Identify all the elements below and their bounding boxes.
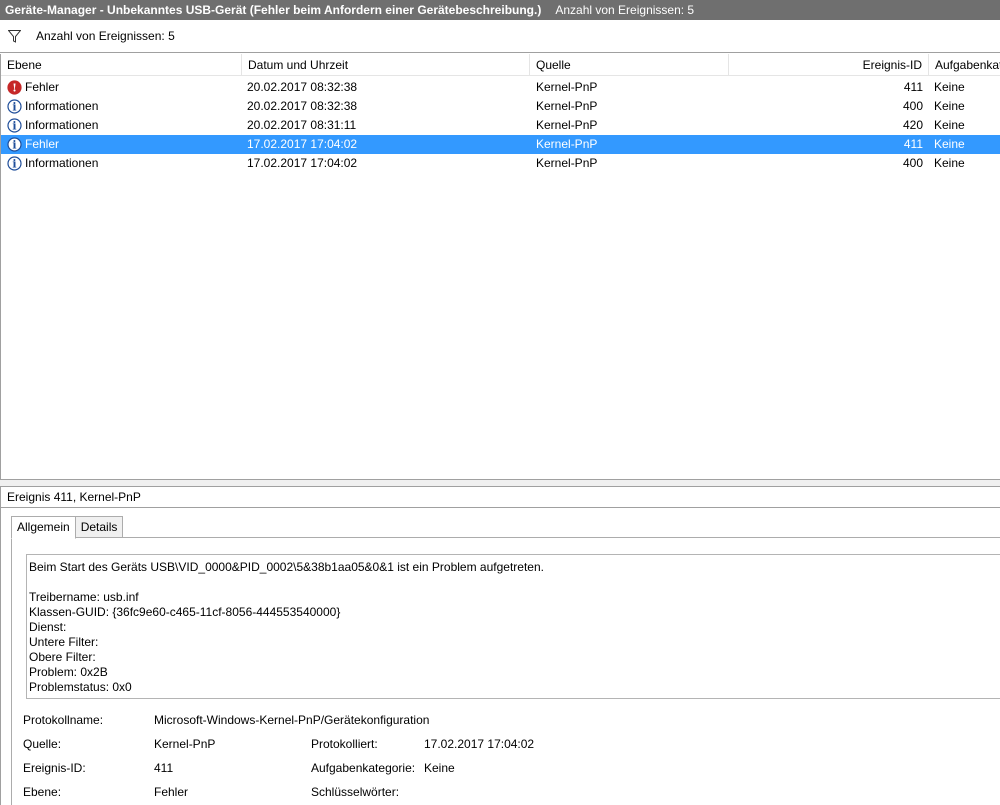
event-list[interactable]: Ebene Datum und Uhrzeit Quelle Ereignis-… [0, 54, 1000, 480]
column-header-source[interactable]: Quelle [530, 54, 729, 76]
message-line: Obere Filter: [29, 650, 96, 664]
svg-text:i: i [12, 101, 16, 114]
detail-tabs: Allgemein Details [11, 516, 124, 539]
event-count: Anzahl von Ereignissen: 5 [555, 3, 695, 17]
row-level-text: Informationen [25, 118, 99, 132]
source-label: Quelle: [23, 737, 62, 751]
window-title: Geräte-Manager - Unbekanntes USB-Gerät (… [5, 3, 542, 17]
svg-text:i: i [12, 120, 16, 133]
event-id-label: Ereignis-ID: [23, 761, 86, 775]
row-event-id: 411 [903, 80, 923, 94]
row-event-id: 400 [902, 99, 923, 113]
row-task-category: Keine [934, 137, 965, 151]
list-header: Ebene Datum und Uhrzeit Quelle Ereignis-… [1, 54, 1000, 76]
table-row[interactable]: i Fehler 17.02.2017 17:04:02 Kernel-PnP 411 K… [1, 135, 1000, 154]
svg-text:i: i [12, 158, 16, 171]
tab-details[interactable]: Details [74, 516, 124, 538]
event-detail-panel: Ereignis 411, Kernel-PnP Allgemein Detai… [0, 486, 1000, 805]
info-icon: i [7, 118, 22, 133]
filter-icon[interactable] [6, 28, 22, 44]
table-row[interactable]: i Informationen 17.02.2017 17:04:02 Kernel-… [1, 154, 1000, 173]
row-date: 20.02.2017 08:32:38 [247, 80, 358, 94]
row-level: ! Fehler [7, 78, 237, 97]
row-date: 17.02.2017 17:04:02 [247, 137, 358, 151]
logged-label: Protokolliert: [311, 737, 378, 751]
column-header-date[interactable]: Datum und Uhrzeit [242, 54, 530, 76]
row-level: i Informationen [7, 97, 237, 116]
row-source: Kernel-PnP [536, 99, 598, 113]
error-icon: ! [7, 80, 22, 95]
column-header-task-category[interactable]: Aufgabenkat [929, 54, 1000, 76]
table-row[interactable]: i Informationen 20.02.2017 08:31:11 Kernel-… [1, 116, 1000, 135]
logged-value: 17.02.2017 17:04:02 [424, 737, 535, 751]
event-message[interactable]: Beim Start des Geräts USB\VID_0000&PID_0… [26, 554, 1000, 699]
row-level: i Informationen [7, 154, 237, 173]
event-id-value: 411 [154, 761, 174, 775]
row-date: 17.02.2017 17:04:02 [247, 156, 358, 170]
row-level-text: Informationen [25, 99, 99, 113]
row-event-id: 411 [903, 137, 923, 151]
task-category-label: Aufgabenkategorie: [311, 761, 416, 775]
info-icon: i [7, 99, 22, 114]
message-line [29, 575, 1000, 590]
row-date: 20.02.2017 08:32:38 [247, 99, 358, 113]
row-source: Kernel-PnP [536, 118, 598, 132]
row-date: 20.02.2017 08:31:11 [247, 118, 357, 132]
info-icon: i [7, 137, 22, 152]
message-line: Dienst: [29, 620, 67, 634]
keywords-label: Schlüsselwörter: [311, 785, 400, 799]
table-row[interactable]: i Informationen 20.02.2017 08:32:38 Kernel-… [1, 97, 1000, 116]
title-bar: Geräte-Manager - Unbekanntes USB-Gerät (… [0, 0, 1000, 20]
log-name-value: Microsoft-Windows-Kernel-PnP/Gerätekonfi… [154, 713, 430, 727]
svg-text:i: i [12, 139, 16, 152]
message-line: Untere Filter: [29, 635, 99, 649]
row-event-id: 400 [902, 156, 923, 170]
source-value: Kernel-PnP [154, 737, 216, 751]
message-line: Klassen-GUID: {36fc9e60-c465-11cf-8056-4… [29, 605, 341, 619]
row-source: Kernel-PnP [536, 137, 598, 151]
row-source: Kernel-PnP [536, 80, 598, 94]
task-category-value: Keine [424, 761, 455, 775]
tab-general-content: Beim Start des Geräts USB\VID_0000&PID_0… [11, 537, 1000, 805]
svg-text:!: ! [12, 82, 17, 95]
row-source: Kernel-PnP [536, 156, 598, 170]
message-line: Treibername: usb.inf [29, 590, 139, 604]
row-level-text: Fehler [25, 80, 60, 94]
level-value: Fehler [154, 785, 189, 799]
row-task-category: Keine [934, 80, 965, 94]
filter-count-label: Anzahl von Ereignissen: 5 [36, 29, 175, 43]
message-line: Problem: 0x2B [29, 665, 108, 679]
table-row[interactable]: ! Fehler 20.02.2017 08:32:38 Kernel-PnP 411 K… [1, 78, 1000, 97]
event-rows: ! Fehler 20.02.2017 08:32:38 Kernel-PnP 411 K… [1, 78, 1000, 173]
row-level: i Informationen [7, 116, 237, 135]
row-level: i Fehler [7, 135, 237, 154]
row-event-id: 420 [902, 118, 923, 132]
column-header-event-id[interactable]: Ereignis-ID [729, 54, 929, 76]
detail-header: Ereignis 411, Kernel-PnP [1, 487, 1000, 508]
info-icon: i [7, 156, 22, 171]
message-line: Beim Start des Geräts USB\VID_0000&PID_0… [29, 560, 544, 574]
message-line: Problemstatus: 0x0 [29, 680, 132, 694]
tab-general[interactable]: Allgemein [11, 516, 76, 539]
row-level-text: Fehler [25, 137, 60, 151]
column-header-level[interactable]: Ebene [1, 54, 242, 76]
log-name-label: Protokollname: [23, 713, 104, 727]
row-task-category: Keine [934, 156, 965, 170]
row-level-text: Informationen [25, 156, 99, 170]
row-task-category: Keine [934, 99, 965, 113]
filter-bar: Anzahl von Ereignissen: 5 [0, 20, 1000, 53]
level-label: Ebene: [23, 785, 62, 799]
row-task-category: Keine [934, 118, 965, 132]
